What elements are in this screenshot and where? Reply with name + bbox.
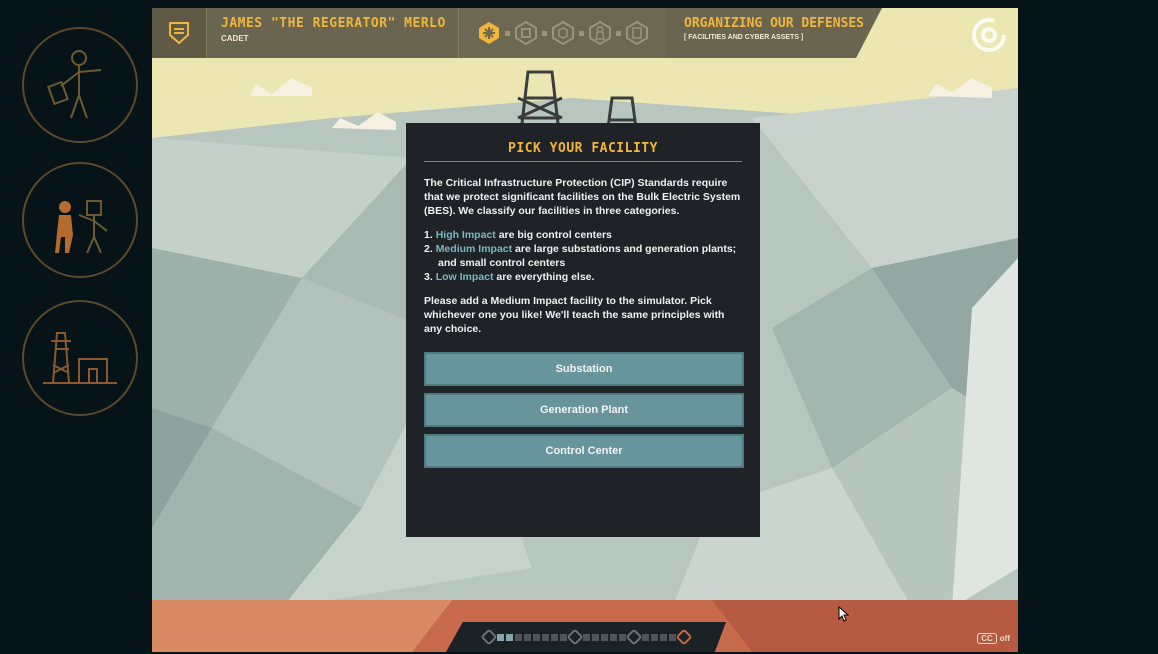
step-connector xyxy=(541,30,547,36)
bottom-bar: CC off xyxy=(152,600,1018,652)
alert-icon[interactable] xyxy=(477,21,501,45)
shield-logo-icon[interactable] xyxy=(152,8,206,58)
tower-building-icon xyxy=(43,332,117,384)
high-impact-term: High Impact xyxy=(435,229,496,241)
player-rank: CADET xyxy=(221,34,249,43)
section-title: ORGANIZING OUR DEFENSES xyxy=(684,16,865,31)
progress-block xyxy=(600,633,608,641)
dialog-body: The Critical Infrastructure Protection (… xyxy=(424,176,742,336)
closing-paragraph: Please add a Medium Impact facility to t… xyxy=(424,295,725,335)
substation-button[interactable]: Substation xyxy=(424,352,744,386)
cc-state: off xyxy=(999,634,1010,643)
progress-block xyxy=(668,633,676,641)
step-connector xyxy=(504,30,510,36)
closed-captions-toggle[interactable]: CC off xyxy=(977,633,1010,644)
top-bar: JAMES "THE REGERATOR" MERLO CADET ORGANI… xyxy=(152,8,1018,58)
facility-dialog: PICK YOUR FACILITY The Critical Infrastr… xyxy=(406,123,760,537)
engineer-badge-icon[interactable] xyxy=(22,27,138,143)
settings-icon[interactable] xyxy=(970,16,1008,54)
medium-impact-term: Medium Impact xyxy=(435,243,513,255)
list-item: 1. High Impact are big control centers xyxy=(424,229,612,241)
document-icon[interactable] xyxy=(625,21,649,45)
list-item: 2. Medium Impact are large substations a… xyxy=(424,243,737,269)
progress-block xyxy=(541,633,549,641)
progress-block xyxy=(650,633,658,641)
progress-block xyxy=(591,633,599,641)
chip-icon[interactable] xyxy=(514,21,538,45)
impact-list: 1. High Impact are big control centers 2… xyxy=(424,228,742,284)
progress-track xyxy=(446,622,726,652)
dialog-title: PICK YOUR FACILITY xyxy=(424,141,742,162)
cube-icon[interactable] xyxy=(551,21,575,45)
mission-steps xyxy=(458,8,666,58)
attack-scene-icon xyxy=(55,200,108,254)
mouse-cursor-icon xyxy=(838,606,850,622)
progress-block xyxy=(582,633,590,641)
low-impact-term: Low Impact xyxy=(435,271,494,283)
cc-icon: CC xyxy=(977,633,997,644)
progress-block xyxy=(659,633,667,641)
step-connector xyxy=(578,30,584,36)
engineer-figure-icon xyxy=(47,50,102,119)
progress-block xyxy=(514,633,522,641)
control-center-button[interactable]: Control Center xyxy=(424,434,744,468)
checkpoint-icon xyxy=(566,628,583,646)
goal-checkpoint-icon xyxy=(675,628,692,646)
progress-block xyxy=(496,633,504,641)
section-subtitle: [ FACILITIES AND CYBER ASSETS ] xyxy=(684,34,804,41)
progress-block xyxy=(523,633,531,641)
checkpoint-icon xyxy=(480,628,497,646)
progress-block xyxy=(559,633,567,641)
progress-block xyxy=(505,633,513,641)
progress-block xyxy=(618,633,626,641)
tower-icon[interactable] xyxy=(588,21,612,45)
section-header: ORGANIZING OUR DEFENSES [ FACILITIES AND… xyxy=(666,8,882,58)
generation-plant-button[interactable]: Generation Plant xyxy=(424,393,744,427)
progress-block xyxy=(550,633,558,641)
player-info: JAMES "THE REGERATOR" MERLO CADET xyxy=(206,8,458,58)
step-connector xyxy=(615,30,621,36)
progress-block xyxy=(641,633,649,641)
progress-block xyxy=(609,633,617,641)
game-viewport: JAMES "THE REGERATOR" MERLO CADET ORGANI… xyxy=(152,8,1018,652)
progress-block xyxy=(532,633,540,641)
attacker-badge-icon[interactable] xyxy=(22,162,138,278)
intro-paragraph: The Critical Infrastructure Protection (… xyxy=(424,176,742,218)
player-name: JAMES "THE REGERATOR" MERLO xyxy=(221,16,446,31)
checkpoint-icon xyxy=(625,628,642,646)
list-item: 3. Low Impact are everything else. xyxy=(424,271,595,283)
facility-badge-icon[interactable] xyxy=(22,300,138,416)
